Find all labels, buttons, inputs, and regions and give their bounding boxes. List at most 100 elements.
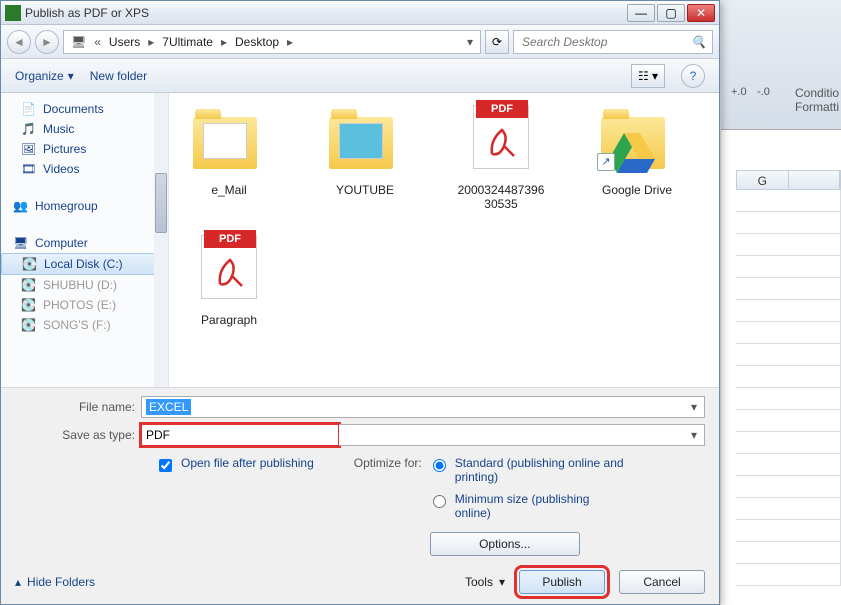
search-input[interactable] [520,34,691,50]
crumb-desktop[interactable]: Desktop [232,33,282,51]
sidebar-item-documents[interactable]: 📄Documents [1,99,168,119]
file-item-google-drive[interactable]: ↗ Google Drive [589,105,685,211]
titlebar: Publish as PDF or XPS — ▢ ✕ [1,1,719,25]
sidebar-item-drive-f[interactable]: 💽SONG'S (F:) [1,315,168,335]
computer-icon[interactable]: 🖥 [68,35,89,49]
back-button[interactable]: ◄ [7,30,31,54]
publish-button[interactable]: Publish [519,570,605,594]
drive-icon: 💽 [22,257,38,271]
sidebar-item-music[interactable]: 🎵Music [1,119,168,139]
file-item-youtube[interactable]: YOUTUBE [317,105,413,211]
bottom-panel: File name: EXCEL ▾ Save as type: PDF ▾ O… [1,387,719,604]
sidebar-item-drive-d[interactable]: 💽SHUBHU (D:) [1,275,168,295]
optimize-label: Optimize for: [354,456,422,470]
file-label: Paragraph [201,313,257,327]
chevron-right-icon[interactable]: « [91,35,104,49]
toolbar: Organize ▾ New folder ☷ ▾ ? [1,59,719,93]
crumb-7ultimate[interactable]: 7Ultimate [159,33,216,51]
shortcut-arrow-icon: ↗ [597,153,615,171]
cancel-button[interactable]: Cancel [619,570,705,594]
filename-value[interactable]: EXCEL [146,399,191,415]
chevron-right-icon[interactable]: ▸ [145,35,157,49]
scrollbar-thumb[interactable] [155,173,167,233]
music-icon: 🎵 [21,122,37,136]
search-box[interactable]: 🔍 [513,30,713,54]
sidebar-computer[interactable]: 🖥Computer [1,230,168,253]
chevron-down-icon[interactable]: ▾ [464,35,476,49]
chevron-down-icon[interactable]: ▾ [686,427,702,443]
documents-icon: 📄 [21,102,37,116]
filename-input[interactable]: EXCEL ▾ [141,396,705,418]
sidebar-item-drive-e[interactable]: 💽PHOTOS (E:) [1,295,168,315]
filename-label: File name: [15,400,135,414]
conditional-formatting-label[interactable]: ConditioFormatti [795,86,839,114]
refresh-button[interactable]: ⟳ [485,30,509,54]
increase-decimal-icon[interactable]: +.0 [731,86,747,98]
sidebar-homegroup[interactable]: 👥Homegroup [1,193,168,216]
file-item-paragraph[interactable]: PDF Paragraph [181,235,277,327]
forward-button[interactable]: ► [35,30,59,54]
chevron-up-icon: ▴ [15,575,21,589]
chevron-down-icon: ▾ [68,69,74,83]
saveas-label: Save as type: [15,428,135,442]
help-button[interactable]: ? [681,64,705,88]
optimize-standard-radio[interactable]: Standard (publishing online and printing… [428,456,628,484]
sidebar: 📄Documents 🎵Music 🖼Pictures 🎞Videos 👥Hom… [1,93,169,387]
open-after-checkbox[interactable]: Open file after publishing [155,456,314,475]
folder-icon: ↗ [601,117,665,169]
options-button[interactable]: Options... [430,532,580,556]
publish-dialog: Publish as PDF or XPS — ▢ ✕ ◄ ► 🖥 « User… [0,0,720,605]
search-icon[interactable]: 🔍 [691,35,706,49]
file-label: YOUTUBE [336,183,394,197]
optimize-standard-input[interactable] [433,459,446,472]
column-header[interactable]: G [736,170,841,190]
file-label: e_Mail [211,183,246,197]
organize-button[interactable]: Organize ▾ [15,69,74,83]
new-folder-button[interactable]: New folder [90,69,147,83]
excel-grid: G [736,170,841,600]
sidebar-item-local-disk-c[interactable]: 💽Local Disk (C:) [1,253,168,275]
file-area[interactable]: e_Mail YOUTUBE PDF 2000324487396 30535 ↗ [169,93,719,387]
file-item-email[interactable]: e_Mail [181,105,277,211]
sidebar-scrollbar[interactable] [154,93,168,387]
file-label: 2000324487396 30535 [458,183,545,211]
file-label: Google Drive [602,183,672,197]
folder-icon [329,117,393,169]
pdf-icon: PDF [201,235,257,299]
nav-bar: ◄ ► 🖥 « Users ▸ 7Ultimate ▸ Desktop ▸ ▾ … [1,25,719,59]
optimize-minimum-input[interactable] [433,495,446,508]
computer-icon: 🖥 [13,236,29,250]
drive-icon: 💽 [21,298,37,312]
view-button[interactable]: ☷ ▾ [631,64,665,88]
hide-folders-toggle[interactable]: ▴ Hide Folders [15,575,95,589]
optimize-minimum-radio[interactable]: Minimum size (publishing online) [428,492,628,520]
pdf-icon: PDF [473,105,529,169]
close-button[interactable]: ✕ [687,4,715,22]
app-icon [5,5,21,21]
saveas-value: PDF [146,428,170,442]
decrease-decimal-icon[interactable]: -.0 [757,86,770,98]
folder-icon [193,117,257,169]
drive-icon: 💽 [21,278,37,292]
breadcrumb[interactable]: 🖥 « Users ▸ 7Ultimate ▸ Desktop ▸ ▾ [63,30,481,54]
chevron-right-icon[interactable]: ▸ [284,35,296,49]
sidebar-item-pictures[interactable]: 🖼Pictures [1,139,168,159]
pictures-icon: 🖼 [21,142,37,156]
excel-ribbon: +.0 -.0 ConditioFormatti [721,0,841,130]
homegroup-icon: 👥 [13,199,29,213]
saveas-type-select[interactable]: PDF [141,424,339,446]
minimize-button[interactable]: — [627,4,655,22]
saveas-type-select-ext[interactable]: ▾ [339,424,705,446]
videos-icon: 🎞 [21,162,37,176]
tools-dropdown[interactable]: Tools ▾ [465,575,505,589]
file-item-pdf-numeric[interactable]: PDF 2000324487396 30535 [453,105,549,211]
chevron-down-icon: ▾ [499,575,505,589]
window-title: Publish as PDF or XPS [25,6,625,20]
chevron-right-icon[interactable]: ▸ [218,35,230,49]
sidebar-item-videos[interactable]: 🎞Videos [1,159,168,179]
maximize-button[interactable]: ▢ [657,4,685,22]
open-after-input[interactable] [159,459,172,472]
drive-icon: 💽 [21,318,37,332]
crumb-users[interactable]: Users [106,33,143,51]
chevron-down-icon[interactable]: ▾ [686,399,702,415]
